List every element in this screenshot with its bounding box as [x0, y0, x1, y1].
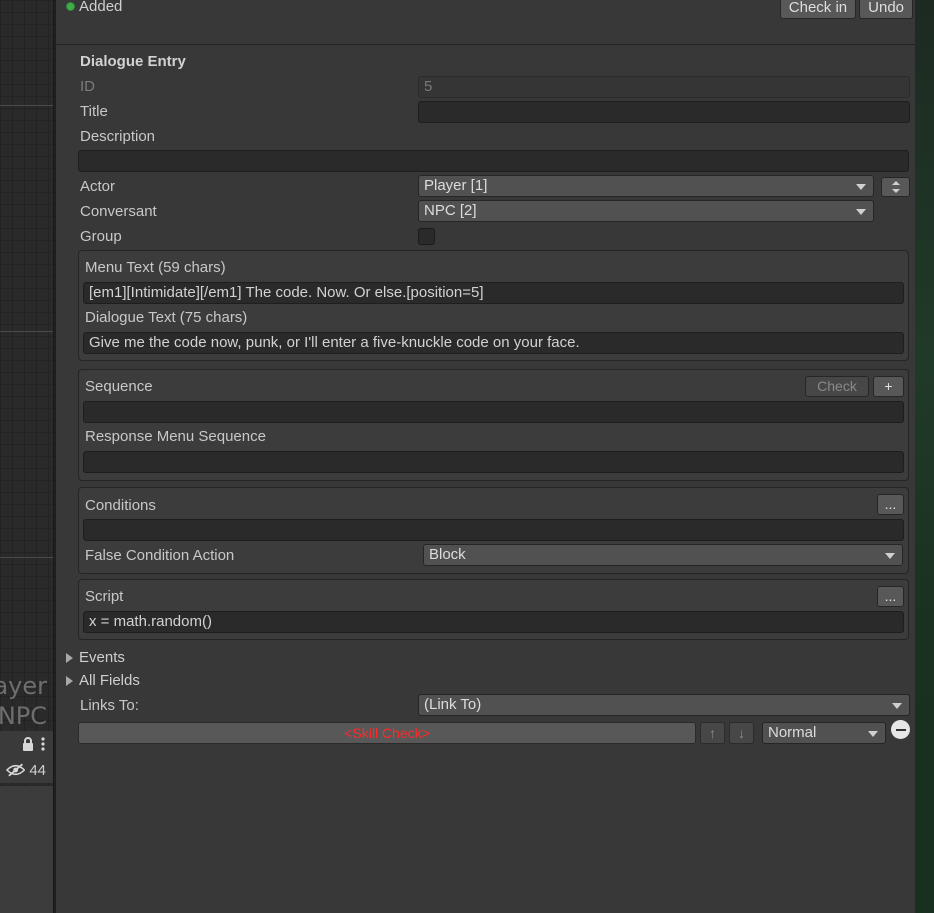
- version-control-bar: Added Check in Undo: [56, 0, 915, 45]
- chevron-down-icon: [892, 703, 902, 709]
- actor-dropdown[interactable]: Player [1]: [418, 175, 874, 197]
- conditions-more-button[interactable]: ...: [877, 494, 904, 515]
- actor-label: Actor: [80, 178, 116, 195]
- swap-arrows-icon: [891, 181, 900, 193]
- graph-canvas[interactable]: ayer NPC 44: [0, 0, 54, 913]
- sequence-section: Sequence Check + Response Menu Sequence: [78, 369, 909, 481]
- conditions-label: Conditions: [85, 497, 156, 514]
- links-to-dropdown[interactable]: (Link To): [418, 694, 910, 716]
- description-field[interactable]: [78, 150, 909, 172]
- text-section: Menu Text (59 chars) [em1][Intimidate][/…: [78, 250, 909, 361]
- actor-value: Player [1]: [424, 177, 488, 194]
- link-row: <Skill Check> ↑ ↓ Normal: [78, 720, 918, 744]
- kebab-menu-icon[interactable]: [40, 737, 46, 751]
- id-label: ID: [80, 78, 95, 95]
- triangle-right-icon: [66, 652, 73, 663]
- events-foldout[interactable]: Events: [66, 649, 125, 666]
- false-condition-action-dropdown[interactable]: Block: [423, 544, 903, 566]
- graph-line: [0, 331, 53, 332]
- script-more-button[interactable]: ...: [877, 586, 904, 607]
- all-fields-foldout[interactable]: All Fields: [66, 672, 140, 689]
- menu-text-label: Menu Text (59 chars): [85, 259, 226, 276]
- script-label: Script: [85, 588, 124, 605]
- added-status: Added: [66, 0, 122, 15]
- lock-icon[interactable]: [22, 737, 34, 751]
- graph-line: [0, 557, 53, 558]
- graph-node-conversant-text: NPC: [0, 702, 47, 730]
- actor-swap-button[interactable]: [881, 177, 910, 197]
- skill-check-link-button[interactable]: <Skill Check>: [78, 722, 696, 744]
- group-checkbox[interactable]: [418, 228, 435, 245]
- minus-icon: [895, 728, 906, 731]
- section-heading: Dialogue Entry: [80, 53, 186, 70]
- links-to-value: (Link To): [424, 696, 482, 713]
- description-label: Description: [80, 128, 156, 145]
- hidden-count-bar: 44: [0, 757, 53, 783]
- conditions-field[interactable]: [83, 519, 904, 541]
- remove-link-button[interactable]: [891, 720, 910, 739]
- undo-button[interactable]: Undo: [859, 0, 913, 19]
- check-in-button[interactable]: Check in: [779, 0, 857, 19]
- title-field[interactable]: [418, 101, 910, 123]
- chevron-down-icon: [885, 553, 895, 559]
- dialogue-text-label: Dialogue Text (75 chars): [85, 309, 248, 326]
- group-label: Group: [80, 228, 122, 245]
- menu-text-field[interactable]: [em1][Intimidate][/em1] The code. Now. O…: [83, 282, 904, 304]
- false-condition-action-value: Block: [429, 546, 466, 563]
- link-priority-dropdown[interactable]: Normal: [762, 722, 886, 744]
- added-status-label: Added: [79, 0, 123, 15]
- added-status-icon: [66, 2, 75, 11]
- false-condition-action-label: False Condition Action: [85, 547, 235, 564]
- response-menu-sequence-label: Response Menu Sequence: [85, 428, 266, 445]
- graph-node-actor-text: ayer: [0, 672, 47, 700]
- conversant-value: NPC [2]: [424, 202, 477, 219]
- scene-background: [915, 0, 934, 913]
- sequence-field[interactable]: [83, 401, 904, 423]
- events-foldout-label: Events: [79, 649, 125, 666]
- eye-hidden-icon[interactable]: [6, 763, 26, 777]
- id-field: 5: [418, 76, 910, 98]
- script-section: Script ... x = math.random(): [78, 579, 909, 640]
- link-priority-value: Normal: [768, 724, 817, 741]
- move-link-down-button[interactable]: ↓: [729, 722, 754, 744]
- conversant-label: Conversant: [80, 203, 157, 220]
- triangle-right-icon: [66, 675, 73, 686]
- dialogue-entry-inspector: Dialogue Entry ID 5 Title Description Ac…: [56, 46, 915, 913]
- links-to-label: Links To:: [80, 697, 139, 714]
- all-fields-foldout-label: All Fields: [79, 672, 140, 689]
- hidden-count: 44: [29, 761, 46, 779]
- title-label: Title: [80, 103, 108, 120]
- chevron-down-icon: [868, 731, 878, 737]
- conditions-section: Conditions ... False Condition Action Bl…: [78, 487, 909, 574]
- sequence-check-button[interactable]: Check: [805, 376, 869, 397]
- script-field[interactable]: x = math.random(): [83, 611, 904, 633]
- graph-line: [0, 105, 53, 106]
- graph-node-toolbar: [0, 731, 53, 757]
- conversant-dropdown[interactable]: NPC [2]: [418, 200, 874, 222]
- graph-bottom-area: [0, 786, 53, 913]
- move-link-up-button[interactable]: ↑: [700, 722, 725, 744]
- sequence-add-button[interactable]: +: [873, 376, 904, 397]
- sequence-label: Sequence: [85, 378, 153, 395]
- dialogue-text-field[interactable]: Give me the code now, punk, or I'll ente…: [83, 332, 904, 354]
- response-menu-sequence-field[interactable]: [83, 451, 904, 473]
- chevron-down-icon: [856, 209, 866, 215]
- chevron-down-icon: [856, 184, 866, 190]
